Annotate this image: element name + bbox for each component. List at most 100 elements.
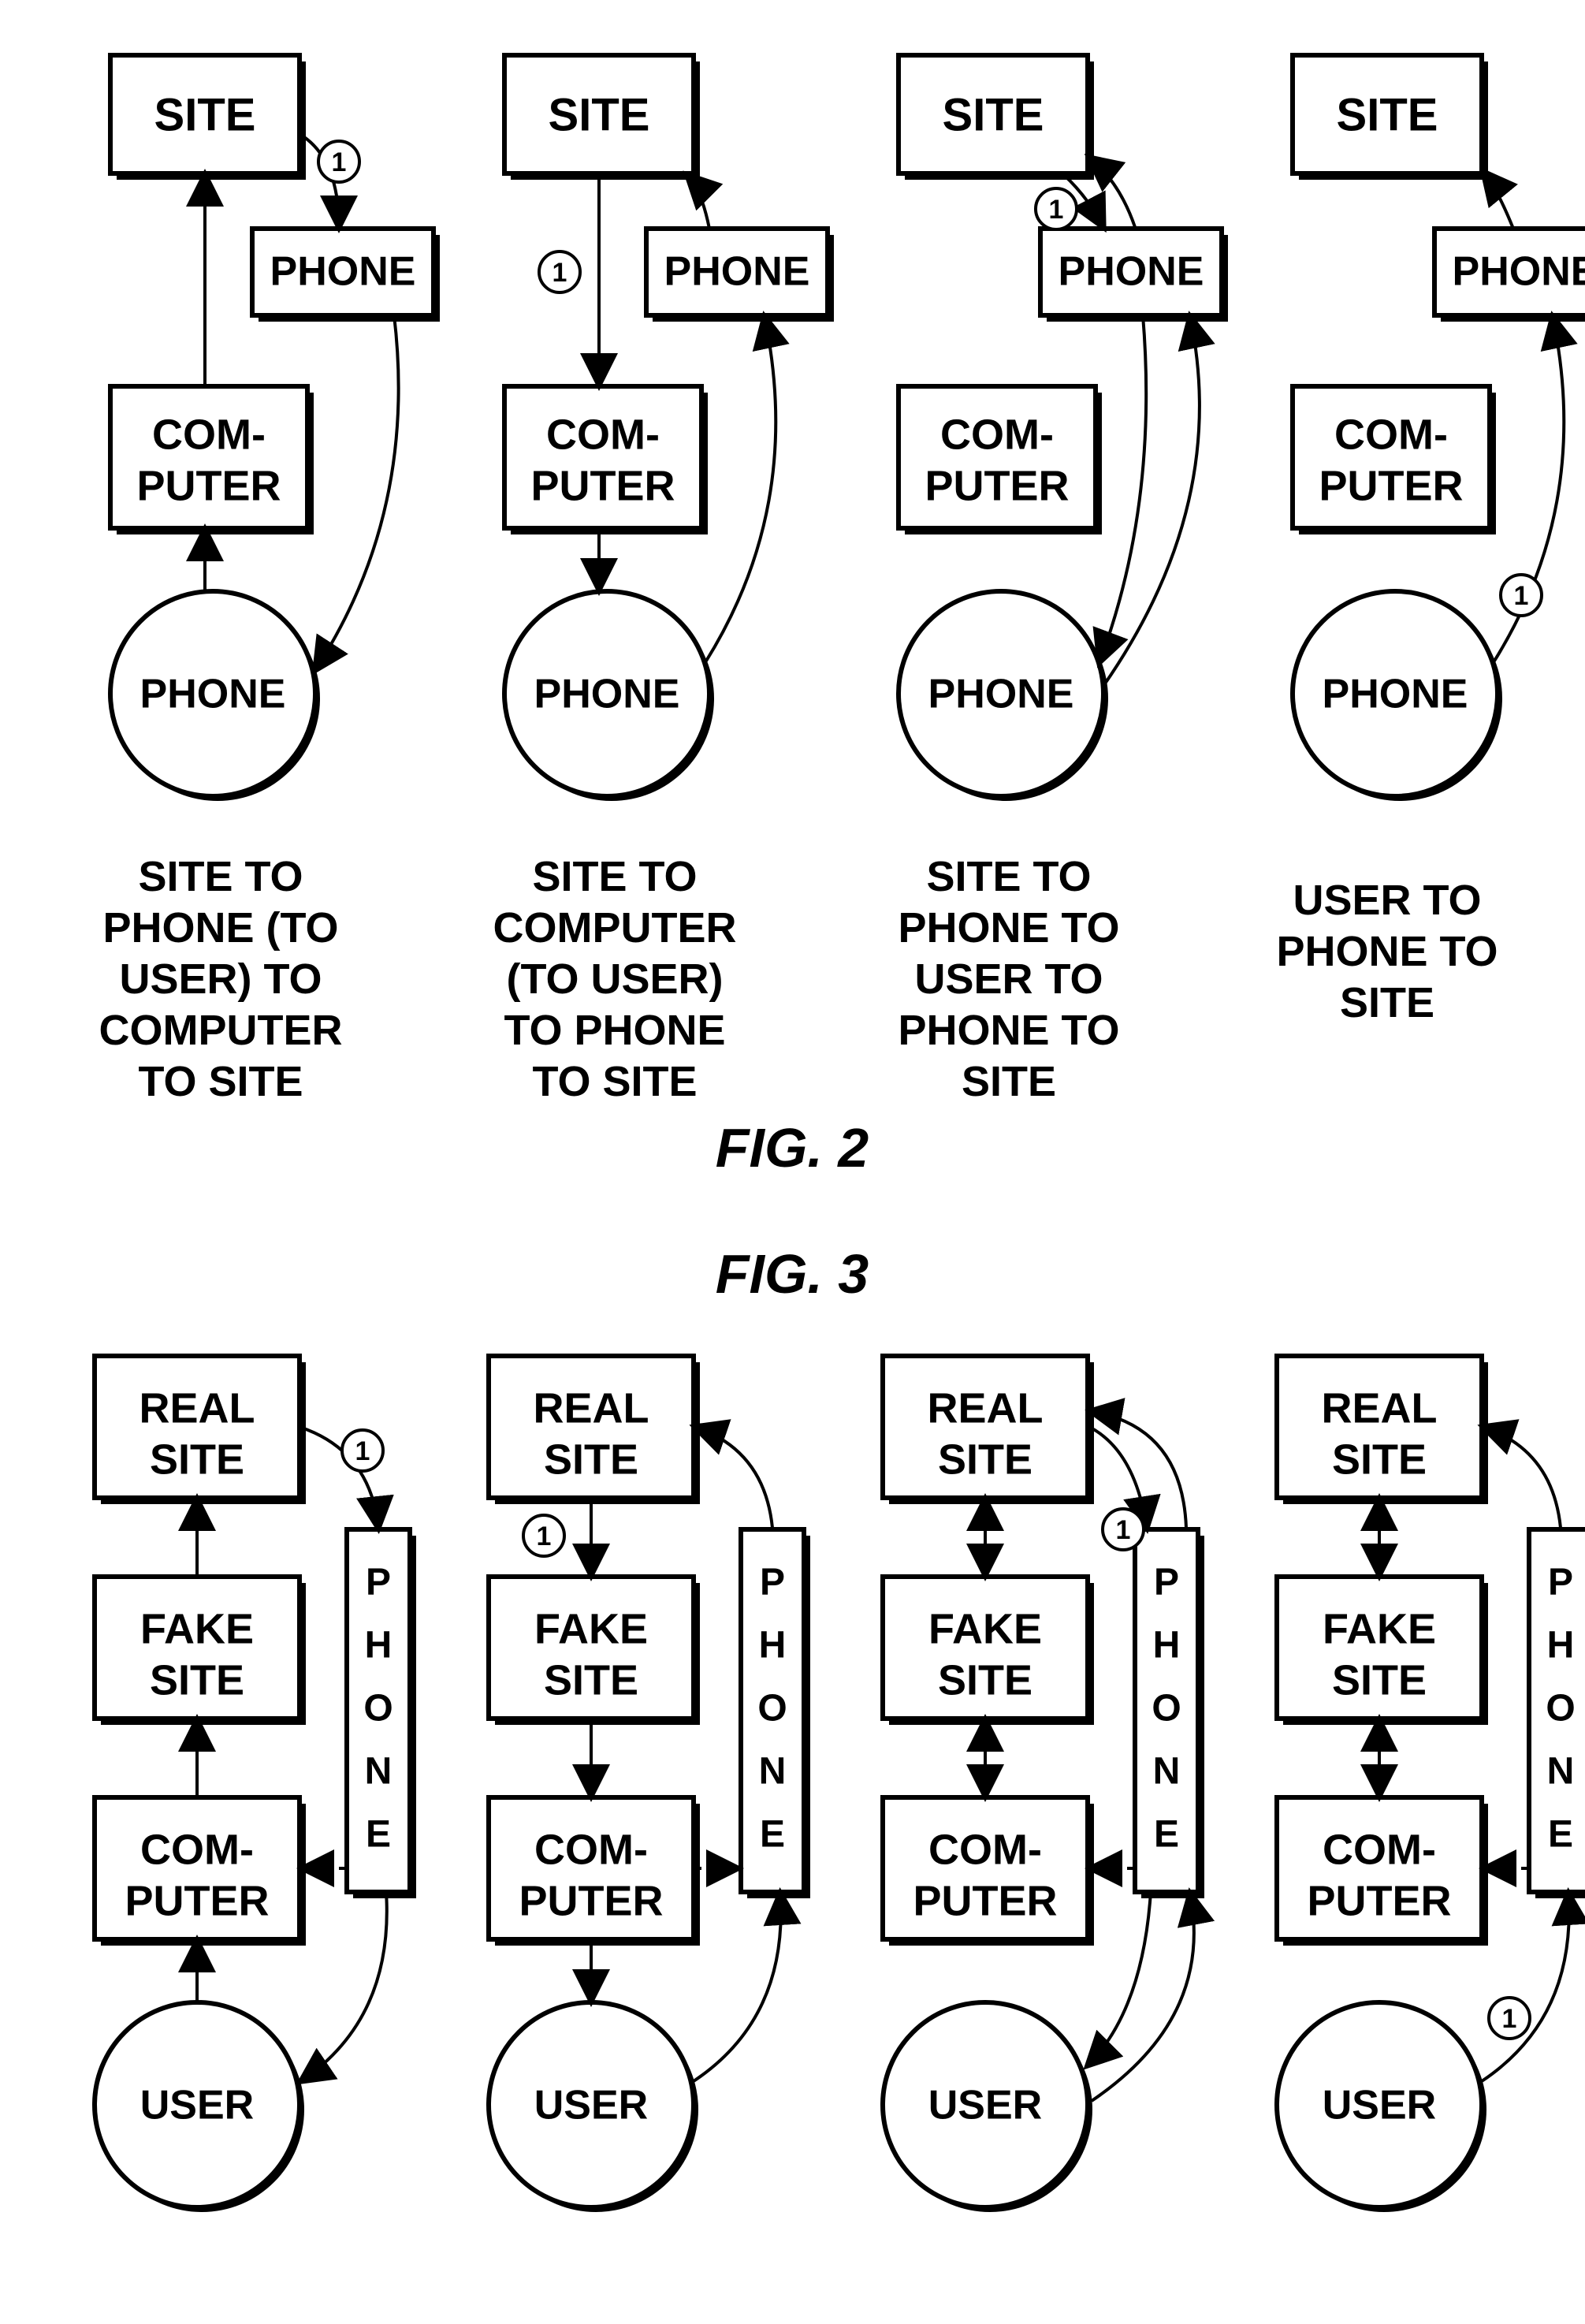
badge-1: 1 [1514,581,1529,611]
computer-label-1: COM- [546,411,660,458]
fig3-label: FIG. 3 [716,1243,869,1305]
computer-label-2: PUTER [925,462,1069,509]
real-site-label-2: SITE [150,1436,244,1483]
badge-1: 1 [553,258,567,288]
site-label: SITE [154,89,256,140]
computer-label-2: PUTER [136,462,281,509]
phone-v-1: H [365,1625,393,1667]
phone-box-label: PHONE [1059,249,1204,295]
computer-label-2: PUTER [530,462,675,509]
fake-site-label-2: SITE [150,1656,244,1704]
phone-circle-label: PHONE [928,672,1074,717]
phone-v-4: E [1154,1814,1179,1856]
caption: PHONE TO [898,904,1119,952]
phone-v-1: H [759,1625,787,1667]
fig3-col1: REAL SITE FAKE SITE COM- PUTER USER P H … [95,1356,416,2212]
computer-label-2: PUTER [1307,1877,1451,1924]
computer-label-1: COM- [1323,1826,1436,1873]
fig3-col3: REAL SITE FAKE SITE COM- PUTER USER P H … [883,1356,1204,2212]
user-label: USER [928,2083,1042,2128]
fake-site-label-1: FAKE [1323,1605,1436,1652]
caption: SITE TO [138,853,303,900]
fig2-label: FIG. 2 [716,1117,869,1179]
site-label: SITE [1337,89,1438,140]
fake-site-label-1: FAKE [928,1605,1042,1652]
site-label: SITE [943,89,1044,140]
phone-v-1: H [1153,1625,1181,1667]
site-label: SITE [549,89,650,140]
computer-label-1: COM- [928,1826,1042,1873]
caption: TO PHONE [504,1007,725,1054]
phone-v-4: E [760,1814,785,1856]
badge-1: 1 [1049,195,1064,225]
user-label: USER [140,2083,254,2128]
fig3-col2: REAL SITE FAKE SITE COM- PUTER USER P H … [489,1356,810,2212]
phone-v-0: P [1154,1562,1179,1603]
phone-box-label: PHONE [664,249,810,295]
phone-circle-label: PHONE [1323,672,1468,717]
phone-circle-label: PHONE [534,672,680,717]
caption: COMPUTER [493,904,737,952]
computer-label-2: PUTER [125,1877,269,1924]
fake-site-label-1: FAKE [140,1605,254,1652]
caption: SITE [962,1058,1056,1105]
computer-label-1: COM- [534,1826,648,1873]
phone-v-0: P [366,1562,391,1603]
phone-v-2: O [757,1688,787,1730]
fig2-captions: SITE TO PHONE (TO USER) TO COMPUTER TO S… [99,853,1498,1105]
computer-label-2: PUTER [519,1877,663,1924]
real-site-label-1: REAL [1322,1384,1438,1432]
patent-diagram: SITE PHONE COM- PUTER PHONE 1 [0,0,1585,2324]
badge-1: 1 [332,147,347,177]
badge-1: 1 [537,1521,552,1551]
phone-v-2: O [1152,1688,1181,1730]
real-site-label-2: SITE [1332,1436,1427,1483]
fig2-group: SITE PHONE COM- PUTER PHONE 1 [99,55,1585,1179]
caption: TO SITE [138,1058,303,1105]
real-site-label-2: SITE [938,1436,1032,1483]
computer-label-1: COM- [1334,411,1448,458]
caption: TO SITE [532,1058,697,1105]
real-site-label-1: REAL [928,1384,1044,1432]
caption: USER TO [1293,877,1481,924]
phone-box-label: PHONE [270,249,416,295]
phone-v-4: E [1548,1814,1573,1856]
phone-box-label: PHONE [1453,249,1585,295]
user-label: USER [1323,2083,1436,2128]
fake-site-label-2: SITE [1332,1656,1427,1704]
real-site-label-1: REAL [140,1384,255,1432]
caption: USER TO [914,955,1103,1003]
computer-label-1: COM- [940,411,1054,458]
caption: PHONE TO [898,1007,1119,1054]
phone-v-3: N [759,1751,787,1793]
computer-label-1: COM- [152,411,266,458]
phone-v-3: N [365,1751,393,1793]
fake-site-label-1: FAKE [534,1605,648,1652]
caption: PHONE (TO [102,904,338,952]
phone-v-3: N [1153,1751,1181,1793]
fig3-col4: REAL SITE FAKE SITE COM- PUTER USER P H … [1277,1356,1585,2212]
caption: (TO USER) [506,955,723,1003]
fig3-group: REAL SITE FAKE SITE COM- PUTER USER P H … [95,1356,1585,2212]
badge-1: 1 [1116,1515,1131,1545]
phone-circle-label: PHONE [140,672,286,717]
fake-site-label-2: SITE [544,1656,638,1704]
caption: COMPUTER [99,1007,343,1054]
badge-1: 1 [1502,2004,1517,2034]
computer-label-2: PUTER [1319,462,1463,509]
phone-v-2: O [363,1688,393,1730]
computer-label-2: PUTER [913,1877,1057,1924]
real-site-label-2: SITE [544,1436,638,1483]
phone-v-1: H [1547,1625,1575,1667]
fig2-col1: SITE PHONE COM- PUTER PHONE 1 [110,55,440,801]
real-site-label-1: REAL [534,1384,649,1432]
caption: SITE TO [926,853,1091,900]
phone-v-0: P [760,1562,785,1603]
caption: USER) TO [119,955,322,1003]
fig2-col2: SITE PHONE COM- PUTER PHONE 1 [504,55,834,801]
fig2-col3: SITE PHONE COM- PUTER PHONE 1 [899,55,1228,801]
fake-site-label-2: SITE [938,1656,1032,1704]
fig2-col4: SITE PHONE COM- PUTER PHONE 1 [1293,55,1585,801]
caption: PHONE TO [1276,928,1498,975]
phone-v-2: O [1546,1688,1575,1730]
